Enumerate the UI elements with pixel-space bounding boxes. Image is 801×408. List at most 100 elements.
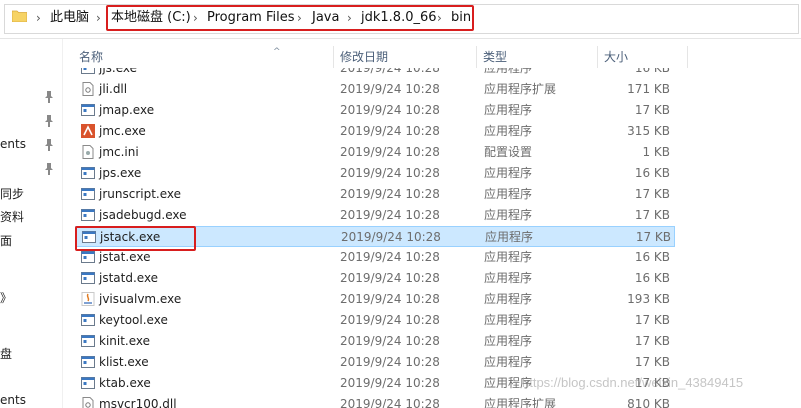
- file-type: 应用程序: [484, 187, 533, 201]
- file-date: 2019/9/24 10:28: [340, 376, 440, 390]
- file-type: 应用程序扩展: [484, 82, 557, 96]
- file-name: jrunscript.exe: [99, 187, 182, 201]
- separator-icon: ›: [96, 11, 101, 25]
- file-row[interactable]: jmap.exe 2019/9/24 10:28 应用程序 17 KB: [75, 100, 675, 121]
- file-size: 16 KB: [634, 250, 670, 264]
- file-name: jps.exe: [99, 166, 142, 180]
- separator-icon: ›: [36, 11, 41, 25]
- file-size: 171 KB: [627, 82, 670, 96]
- nav-item-documents[interactable]: ents: [0, 137, 26, 151]
- file-size: 16 KB: [634, 271, 670, 285]
- file-type: 应用程序: [484, 292, 533, 306]
- column-header-size-label: 大小: [604, 50, 629, 64]
- file-type: 应用程序: [485, 230, 534, 244]
- file-list: jjs.exe 2019/9/24 10:28 应用程序 16 KB jli.dll 20…: [63, 68, 801, 408]
- file-name: jvisualvm.exe: [99, 292, 182, 306]
- file-date: 2019/9/24 10:28: [340, 271, 440, 285]
- file-type: 应用程序: [484, 208, 533, 222]
- file-size: 17 KB: [634, 355, 670, 369]
- file-row[interactable]: jmc.ini 2019/9/24 10:28 配置设置 1 KB: [75, 142, 675, 163]
- file-row[interactable]: klist.exe 2019/9/24 10:28 应用程序 17 KB: [75, 352, 675, 373]
- jmc-icon: [81, 124, 95, 138]
- file-date: 2019/9/24 10:28: [340, 82, 440, 96]
- file-row[interactable]: jvisualvm.exe 2019/9/24 10:28 应用程序 193 KB: [75, 289, 675, 310]
- pin-icon[interactable]: [44, 115, 54, 127]
- pin-icon[interactable]: [44, 139, 54, 151]
- file-size: 17 KB: [634, 208, 670, 222]
- file-name: jsadebugd.exe: [99, 208, 187, 222]
- file-name: jjs.exe: [99, 68, 138, 75]
- file-date: 2019/9/24 10:28: [340, 334, 440, 348]
- file-type: 应用程序: [484, 124, 533, 138]
- file-row[interactable]: msvcr100.dll 2019/9/24 10:28 应用程序扩展 810 KB: [75, 394, 675, 408]
- highlight-box-jstack: [75, 226, 196, 251]
- column-header-name-label: 名称: [79, 50, 104, 64]
- ini-icon: [81, 145, 95, 159]
- file-row[interactable]: jrunscript.exe 2019/9/24 10:28 应用程序 17 KB: [75, 184, 675, 205]
- file-name: jmap.exe: [99, 103, 155, 117]
- file-size: 16 KB: [634, 166, 670, 180]
- file-type: 应用程序: [484, 334, 533, 348]
- sort-ascending-icon: ^: [273, 47, 281, 57]
- column-header-type[interactable]: 类型: [477, 46, 598, 68]
- file-date: 2019/9/24 10:28: [340, 292, 440, 306]
- dll-icon: [81, 397, 95, 408]
- dll-icon: [81, 82, 95, 96]
- file-name: ktab.exe: [99, 376, 151, 390]
- file-name: jstat.exe: [99, 250, 151, 264]
- column-header-type-label: 类型: [483, 50, 508, 64]
- jvisualvm-icon: [81, 292, 95, 306]
- file-date: 2019/9/24 10:28: [340, 208, 440, 222]
- file-row[interactable]: jmc.exe 2019/9/24 10:28 应用程序 315 KB: [75, 121, 675, 142]
- exe-icon: [81, 166, 95, 180]
- nav-item-documents-2[interactable]: ents: [0, 393, 26, 407]
- file-size: 315 KB: [627, 124, 670, 138]
- file-type: 配置设置: [484, 145, 533, 159]
- file-name: jmc.ini: [99, 145, 139, 159]
- file-size: 17 KB: [634, 334, 670, 348]
- file-date: 2019/9/24 10:28: [340, 397, 440, 408]
- file-type: 应用程序: [484, 103, 533, 117]
- file-name: jstatd.exe: [99, 271, 159, 285]
- file-date: 2019/9/24 10:28: [340, 313, 440, 327]
- file-size: 17 KB: [634, 187, 670, 201]
- nav-item-sync[interactable]: 同步: [0, 185, 24, 202]
- column-header-date[interactable]: 修改日期: [334, 46, 477, 68]
- exe-icon: [81, 103, 95, 117]
- file-row[interactable]: kinit.exe 2019/9/24 10:28 应用程序 17 KB: [75, 331, 675, 352]
- file-date: 2019/9/24 10:28: [340, 187, 440, 201]
- watermark: https://blog.csdn.net/weixin_43849415: [522, 375, 744, 390]
- file-row[interactable]: jstatd.exe 2019/9/24 10:28 应用程序 16 KB: [75, 268, 675, 289]
- nav-item-data[interactable]: 资料: [0, 208, 24, 225]
- file-type: 应用程序: [484, 166, 533, 180]
- exe-icon: [81, 68, 95, 75]
- file-row[interactable]: jps.exe 2019/9/24 10:28 应用程序 16 KB: [75, 163, 675, 184]
- file-date: 2019/9/24 10:28: [340, 68, 440, 75]
- file-row[interactable]: jli.dll 2019/9/24 10:28 应用程序扩展 171 KB: [75, 79, 675, 100]
- file-type: 应用程序: [484, 68, 533, 75]
- pin-icon[interactable]: [44, 163, 54, 175]
- file-date: 2019/9/24 10:28: [341, 230, 441, 244]
- column-header-name[interactable]: 名称 ^: [73, 46, 334, 68]
- file-size: 193 KB: [627, 292, 670, 306]
- column-header-size[interactable]: 大小: [598, 46, 688, 68]
- exe-icon: [81, 334, 95, 348]
- file-type: 应用程序: [484, 250, 533, 264]
- nav-item-desktop[interactable]: 面: [0, 232, 12, 249]
- file-row[interactable]: jsadebugd.exe 2019/9/24 10:28 应用程序 17 KB: [75, 205, 675, 226]
- exe-icon: [81, 271, 95, 285]
- crumb-this-pc[interactable]: 此电脑: [50, 10, 89, 26]
- nav-item-disk[interactable]: 盘: [0, 345, 12, 362]
- file-size: 810 KB: [627, 397, 670, 408]
- file-name: msvcr100.dll: [99, 397, 177, 408]
- file-type: 应用程序: [484, 355, 533, 369]
- file-size: 17 KB: [634, 103, 670, 117]
- file-row[interactable]: jjs.exe 2019/9/24 10:28 应用程序 16 KB: [75, 68, 675, 79]
- column-header-row: 名称 ^ 修改日期 类型 大小: [63, 46, 801, 68]
- file-type: 应用程序扩展: [484, 397, 557, 408]
- nav-item-mark[interactable]: 》: [0, 289, 12, 306]
- pin-icon[interactable]: [44, 91, 54, 103]
- exe-icon: [81, 376, 95, 390]
- file-row[interactable]: keytool.exe 2019/9/24 10:28 应用程序 17 KB: [75, 310, 675, 331]
- file-date: 2019/9/24 10:28: [340, 124, 440, 138]
